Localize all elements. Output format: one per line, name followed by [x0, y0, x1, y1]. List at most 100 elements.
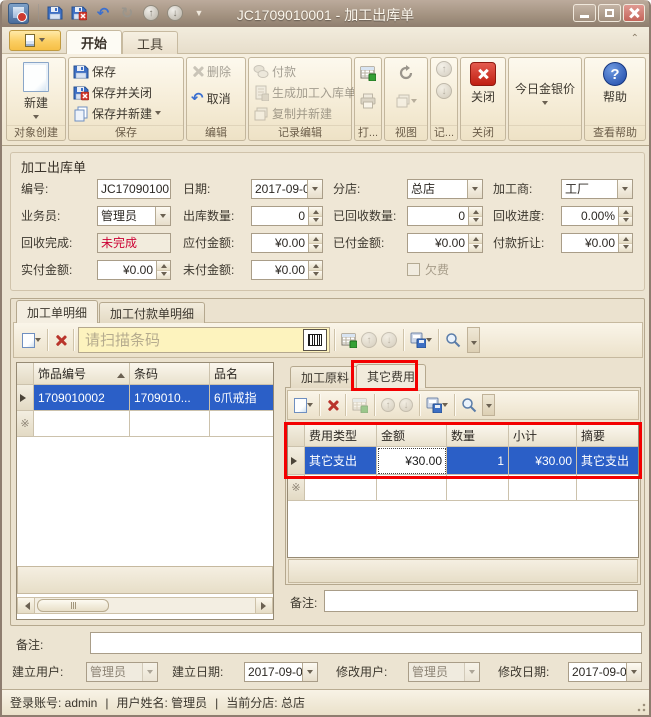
chevron-down-icon[interactable]	[307, 180, 322, 198]
note-input[interactable]	[90, 632, 642, 654]
spin-up-icon[interactable]	[309, 207, 322, 216]
cell-barcode[interactable]: 1709010...	[130, 385, 210, 411]
progress-spinner[interactable]: 0.00%	[561, 206, 633, 226]
close-form-button[interactable]: 关闭	[463, 61, 503, 125]
help-button[interactable]: ? 帮助	[587, 61, 643, 125]
actual-paid-spinner[interactable]: ¥0.00	[97, 260, 171, 280]
chevron-down-icon[interactable]	[467, 180, 482, 198]
close-button[interactable]	[623, 4, 645, 22]
scroll-left-icon[interactable]	[18, 598, 35, 613]
column-header-qty[interactable]: 数量	[447, 425, 509, 447]
spin-up-icon[interactable]	[309, 261, 322, 270]
new-fee-button[interactable]	[292, 393, 315, 417]
paid-spinner[interactable]: ¥0.00	[407, 233, 483, 253]
maximize-button[interactable]	[598, 4, 621, 22]
table-row[interactable]: 1709010002 1709010... 6爪戒指	[17, 385, 273, 411]
new-row-button[interactable]	[20, 328, 43, 352]
cell-amount[interactable]: ¥30.00	[377, 447, 447, 475]
spin-down-icon[interactable]	[157, 270, 170, 279]
date-combo[interactable]: 2017-09-0	[251, 179, 323, 199]
refresh-icon[interactable]	[396, 61, 416, 85]
cell-code[interactable]: 1709010002	[34, 385, 130, 411]
resize-grip[interactable]	[635, 701, 647, 713]
spin-down-icon[interactable]	[469, 243, 482, 252]
print-export-button[interactable]	[408, 328, 434, 352]
cell-qty[interactable]: 1	[447, 447, 509, 475]
branch-combo[interactable]: 总店	[407, 179, 483, 199]
new-row[interactable]: ※	[17, 411, 273, 437]
batch-add-button[interactable]	[339, 328, 359, 352]
spin-up-icon[interactable]	[309, 234, 322, 243]
payable-spinner[interactable]: ¥0.00	[251, 233, 323, 253]
new-row[interactable]: ※	[288, 475, 638, 501]
fees-note-input[interactable]	[324, 590, 638, 612]
spin-down-icon[interactable]	[309, 243, 322, 252]
toolbar-overflow-button[interactable]	[467, 327, 480, 353]
cell-note[interactable]: 其它支出	[577, 447, 638, 475]
barcode-input[interactable]	[79, 328, 303, 352]
processor-combo[interactable]: 工厂	[561, 179, 633, 199]
chevron-down-icon[interactable]	[302, 663, 317, 681]
print-export-button[interactable]	[424, 393, 450, 417]
cell-fee-type[interactable]: 其它支出	[305, 447, 377, 475]
spin-down-icon[interactable]	[469, 216, 482, 225]
salesman-combo[interactable]: 管理员	[97, 206, 171, 226]
tab-tools[interactable]: 工具	[122, 31, 178, 54]
spin-up-icon[interactable]	[619, 234, 632, 243]
titlebar[interactable]: ↶ ↻ ↑ ↓ ▼ JC1709010001 - 加工出库单	[2, 0, 649, 27]
tab-home[interactable]: 开始	[66, 30, 122, 54]
print-preview-icon[interactable]	[358, 61, 378, 85]
column-header-code[interactable]: 饰品编号	[34, 363, 130, 385]
column-header-name[interactable]: 品名	[210, 363, 273, 385]
application-menu-button[interactable]	[9, 30, 61, 51]
preview-button[interactable]	[443, 328, 463, 352]
column-header-subtotal[interactable]: 小计	[509, 425, 577, 447]
barcode-scan-field[interactable]	[78, 327, 330, 353]
save-and-close-button[interactable]: 保存并关闭	[71, 82, 181, 103]
column-header-amount[interactable]: 金额	[377, 425, 447, 447]
cancel-button[interactable]: ↶ 取消	[189, 88, 243, 109]
modified-date-combo[interactable]: 2017-09-0	[568, 662, 642, 682]
column-header-fee-type[interactable]: 费用类型	[305, 425, 377, 447]
spin-down-icon[interactable]	[619, 216, 632, 225]
preview-button[interactable]	[459, 393, 479, 417]
gold-price-button[interactable]: 今日金银价	[511, 61, 579, 125]
spin-up-icon[interactable]	[157, 261, 170, 270]
collapse-ribbon-icon[interactable]: ⌃	[631, 33, 639, 44]
cell-name[interactable]: 6爪戒指	[210, 385, 273, 411]
tab-payment-detail[interactable]: 加工付款单明细	[99, 302, 205, 323]
spin-up-icon[interactable]	[469, 234, 482, 243]
barcode-icon[interactable]	[303, 329, 327, 351]
spin-down-icon[interactable]	[309, 216, 322, 225]
toolbar-overflow-button[interactable]	[482, 394, 495, 416]
minimize-button[interactable]	[573, 4, 596, 22]
column-header-note[interactable]: 摘要	[577, 425, 638, 447]
spin-down-icon[interactable]	[309, 270, 322, 279]
tab-materials[interactable]: 加工原料	[290, 366, 360, 388]
number-field[interactable]: JC17090100	[97, 179, 171, 199]
table-row[interactable]: 其它支出 ¥30.00 1 ¥30.00 其它支出	[288, 447, 638, 475]
unpaid-spinner[interactable]: ¥0.00	[251, 260, 323, 280]
chevron-down-icon[interactable]	[155, 207, 170, 225]
tab-process-detail[interactable]: 加工单明细	[16, 300, 98, 323]
new-button[interactable]: 新建	[9, 61, 63, 125]
save-and-new-button[interactable]: 保存并新建	[71, 103, 181, 124]
scroll-right-icon[interactable]	[255, 598, 272, 613]
delete-row-button[interactable]	[52, 328, 69, 352]
horizontal-scrollbar[interactable]	[17, 597, 273, 614]
recovered-qty-spinner[interactable]: 0	[407, 206, 483, 226]
spin-down-icon[interactable]	[619, 243, 632, 252]
spin-up-icon[interactable]	[619, 207, 632, 216]
scrollbar-thumb[interactable]	[37, 599, 109, 612]
delete-fee-button[interactable]	[324, 393, 341, 417]
chevron-down-icon[interactable]	[617, 180, 632, 198]
tab-other-fees[interactable]: 其它费用	[356, 364, 426, 388]
column-header-barcode[interactable]: 条码	[130, 363, 210, 385]
spin-up-icon[interactable]	[469, 207, 482, 216]
created-date-combo[interactable]: 2017-09-0	[244, 662, 318, 682]
discount-spinner[interactable]: ¥0.00	[561, 233, 633, 253]
cell-subtotal[interactable]: ¥30.00	[509, 447, 577, 475]
out-qty-spinner[interactable]: 0	[251, 206, 323, 226]
chevron-down-icon[interactable]	[626, 663, 641, 681]
save-button[interactable]: 保存	[71, 61, 181, 82]
